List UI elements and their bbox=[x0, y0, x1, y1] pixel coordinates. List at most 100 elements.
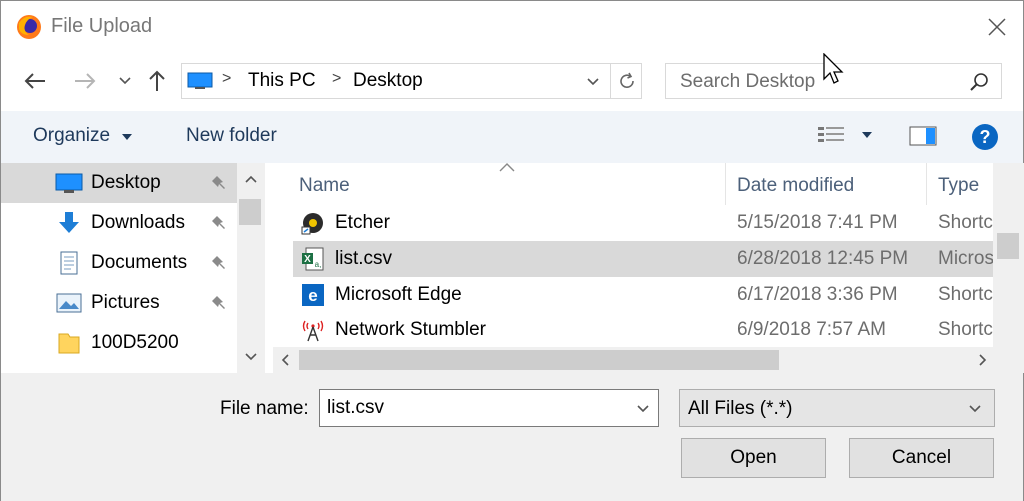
command-toolbar: Organize New folder ? bbox=[1, 111, 1023, 163]
nav-item-documents[interactable]: Documents bbox=[1, 243, 237, 283]
file-upload-dialog: File Upload > This PC > Desktop Search D… bbox=[0, 0, 1024, 501]
column-name-label: Name bbox=[299, 175, 350, 196]
monitor-icon bbox=[187, 72, 213, 89]
scroll-right-button[interactable] bbox=[973, 350, 993, 370]
close-button[interactable] bbox=[981, 11, 1013, 43]
nav-label: Downloads bbox=[91, 212, 185, 233]
scroll-thumb[interactable] bbox=[997, 233, 1019, 259]
scroll-thumb[interactable] bbox=[299, 350, 779, 370]
svg-text:?: ? bbox=[980, 127, 991, 147]
file-list: Name Date modified Type Etcher 5/15/2018… bbox=[273, 163, 1024, 373]
file-list-vertical-scrollbar[interactable] bbox=[993, 163, 1024, 347]
preview-pane-icon bbox=[909, 126, 937, 146]
open-button[interactable]: Open bbox=[681, 438, 826, 478]
column-header-name[interactable]: Name bbox=[273, 163, 725, 205]
excel-csv-icon: X a, bbox=[302, 247, 324, 271]
breadcrumb-this-pc[interactable]: This PC bbox=[248, 70, 316, 92]
up-button[interactable] bbox=[143, 67, 171, 95]
pin-icon[interactable] bbox=[211, 254, 229, 272]
help-icon: ? bbox=[972, 124, 998, 150]
nav-scrollbar[interactable] bbox=[237, 163, 265, 373]
file-row-network-stumbler[interactable]: Network Stumbler 6/9/2018 7:57 AM Shortc… bbox=[293, 312, 997, 348]
file-date: 5/15/2018 7:41 PM bbox=[737, 212, 898, 233]
file-name-dropdown-button[interactable] bbox=[631, 397, 655, 421]
file-row-etcher[interactable]: Etcher 5/15/2018 7:41 PM Shortcut bbox=[293, 205, 997, 241]
cancel-button[interactable]: Cancel bbox=[849, 438, 994, 478]
file-name-label: File name: bbox=[220, 398, 309, 419]
organize-menu[interactable]: Organize bbox=[33, 125, 133, 147]
svg-text:e: e bbox=[308, 286, 317, 305]
file-name: Etcher bbox=[335, 212, 390, 233]
scroll-thumb[interactable] bbox=[239, 199, 261, 225]
nav-item-downloads[interactable]: Downloads bbox=[1, 203, 237, 243]
file-row-microsoft-edge[interactable]: e Microsoft Edge 6/17/2018 3:36 PM Short… bbox=[293, 277, 997, 313]
preview-pane-button[interactable] bbox=[909, 125, 939, 149]
scroll-down-button[interactable] bbox=[237, 347, 265, 367]
new-folder-button[interactable]: New folder bbox=[186, 125, 277, 147]
column-header-type[interactable]: Type bbox=[927, 163, 993, 205]
scroll-up-button[interactable] bbox=[237, 169, 265, 189]
address-dropdown-button[interactable] bbox=[582, 71, 604, 93]
file-type: Shortcut bbox=[938, 319, 994, 340]
pin-icon[interactable] bbox=[211, 174, 229, 192]
details-view-icon bbox=[818, 127, 844, 142]
help-button[interactable]: ? bbox=[971, 123, 999, 151]
download-arrow-icon bbox=[59, 212, 79, 233]
arrow-right-icon bbox=[75, 73, 96, 89]
pin-icon[interactable] bbox=[211, 294, 229, 312]
nav-item-pictures[interactable]: Pictures bbox=[1, 283, 237, 323]
window-title: File Upload bbox=[51, 15, 153, 37]
nav-item-desktop[interactable]: Desktop bbox=[1, 163, 237, 203]
file-type-select[interactable]: All Files (*.*) bbox=[679, 389, 995, 427]
file-type-dropdown-arrow bbox=[964, 398, 986, 420]
search-icon[interactable] bbox=[969, 72, 989, 92]
firefox-icon bbox=[17, 15, 41, 39]
desktop-icon bbox=[55, 173, 83, 193]
chevron-right-icon bbox=[979, 354, 987, 366]
file-row-list-csv[interactable]: X a, list.csv 6/28/2018 12:45 PM Microso… bbox=[293, 241, 997, 277]
file-date: 6/9/2018 7:57 AM bbox=[737, 319, 886, 340]
file-type: Microsoft bbox=[938, 248, 994, 269]
title-bar: File Upload bbox=[1, 1, 1023, 53]
column-header-date[interactable]: Date modified bbox=[726, 163, 926, 205]
edge-icon: e bbox=[302, 284, 324, 306]
folder-icon bbox=[58, 333, 80, 354]
scroll-left-button[interactable] bbox=[275, 350, 295, 370]
mouse-pointer-icon bbox=[823, 53, 844, 84]
network-stumbler-icon bbox=[302, 320, 324, 342]
file-name: Network Stumbler bbox=[335, 319, 486, 340]
breadcrumb-desktop[interactable]: Desktop bbox=[353, 70, 423, 92]
column-date-label: Date modified bbox=[737, 175, 855, 196]
refresh-button[interactable] bbox=[610, 64, 642, 98]
file-type: Shortcut bbox=[938, 284, 994, 305]
nav-label: Desktop bbox=[91, 172, 161, 193]
svg-text:X: X bbox=[304, 254, 311, 265]
pin-icon[interactable] bbox=[211, 214, 229, 232]
file-name: Microsoft Edge bbox=[335, 284, 462, 305]
back-button[interactable] bbox=[21, 67, 49, 95]
caret-down-icon bbox=[862, 132, 872, 138]
arrow-left-icon bbox=[24, 73, 45, 89]
nav-item-100d5200[interactable]: 100D5200 bbox=[1, 323, 237, 363]
recent-locations-button[interactable] bbox=[111, 67, 139, 95]
organize-label: Organize bbox=[33, 125, 111, 146]
chevron-left-icon bbox=[281, 354, 289, 366]
address-bar[interactable]: > This PC > Desktop bbox=[181, 63, 642, 99]
change-view-button[interactable] bbox=[817, 125, 881, 149]
new-folder-label: New folder bbox=[186, 125, 277, 146]
chevron-down-icon bbox=[587, 78, 599, 86]
picture-icon bbox=[56, 293, 82, 313]
file-type-value: All Files (*.*) bbox=[688, 398, 793, 419]
sort-ascending-icon bbox=[499, 163, 515, 172]
file-list-horizontal-scrollbar[interactable] bbox=[273, 347, 1024, 373]
nav-item-partial bbox=[1, 363, 237, 373]
navigation-bar: > This PC > Desktop Search Desktop bbox=[1, 59, 1023, 105]
nav-label: Documents bbox=[91, 252, 188, 273]
column-type-label: Type bbox=[938, 175, 980, 196]
chevron-down-icon bbox=[119, 77, 131, 85]
forward-button[interactable] bbox=[71, 67, 99, 95]
file-name-input[interactable] bbox=[319, 389, 659, 427]
file-date: 6/28/2018 12:45 PM bbox=[737, 248, 909, 269]
dialog-footer: File name: All Files (*.*) Open Cancel bbox=[1, 373, 1023, 501]
search-placeholder: Search Desktop bbox=[680, 71, 816, 92]
